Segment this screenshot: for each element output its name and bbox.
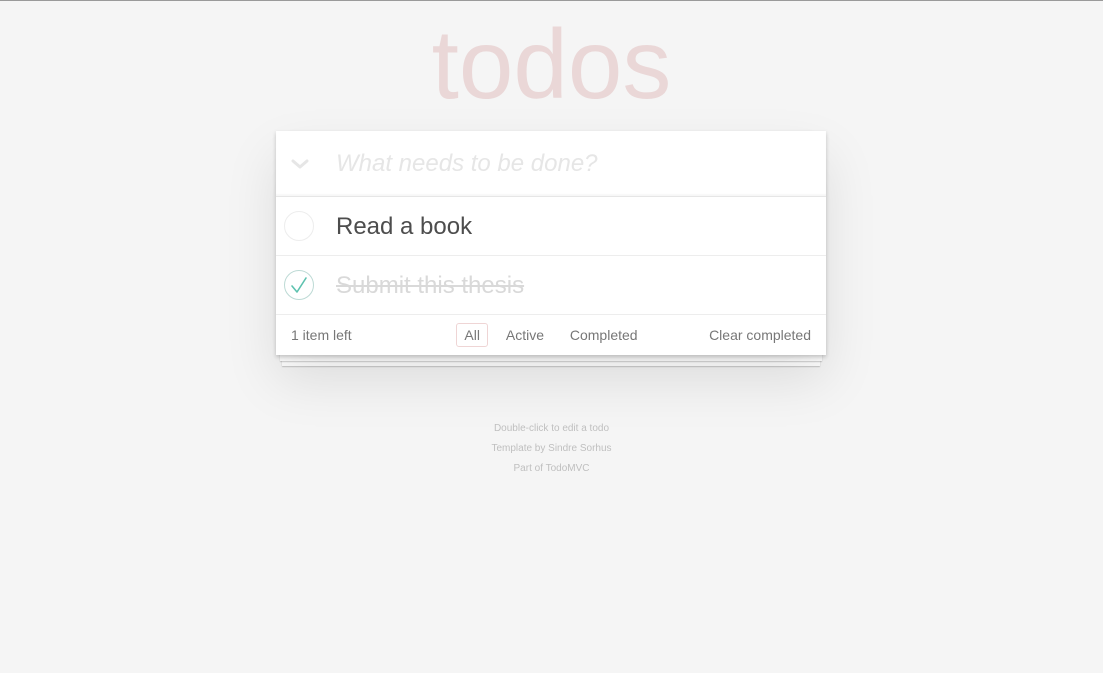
clear-completed-button[interactable]: Clear completed (709, 327, 811, 343)
todo-header (276, 131, 826, 197)
todo-app: Read a book Submit this thesis 1 item le… (276, 131, 826, 355)
todo-list: Read a book Submit this thesis (276, 197, 826, 315)
todo-item[interactable]: Submit this thesis (276, 256, 826, 315)
info-line-edit-hint: Double-click to edit a todo (493, 423, 610, 434)
info-line-template: Template by Sindre Sorhus (491, 443, 612, 454)
chevron-down-icon (291, 159, 309, 169)
todo-footer: 1 item left All Active Completed Clear c… (276, 315, 826, 355)
todo-checkbox[interactable] (284, 211, 314, 241)
todo-checkbox[interactable] (284, 270, 314, 300)
filter-all[interactable]: All (456, 323, 488, 347)
todo-label: Read a book (336, 213, 473, 240)
info-footer: Double-click to edit a todo Template by … (0, 419, 1103, 479)
toggle-all-button[interactable] (276, 131, 324, 197)
items-left-count: 1 item left (291, 327, 352, 343)
todo-item[interactable]: Read a book (276, 197, 826, 256)
check-icon (291, 277, 307, 293)
filter-completed[interactable]: Completed (562, 323, 646, 347)
filter-active[interactable]: Active (498, 323, 552, 347)
new-todo-input[interactable] (336, 131, 806, 197)
app-title: todos (431, 9, 672, 119)
todo-label: Submit this thesis (336, 272, 525, 299)
info-line-todomvc: Part of TodoMVC (513, 463, 590, 474)
